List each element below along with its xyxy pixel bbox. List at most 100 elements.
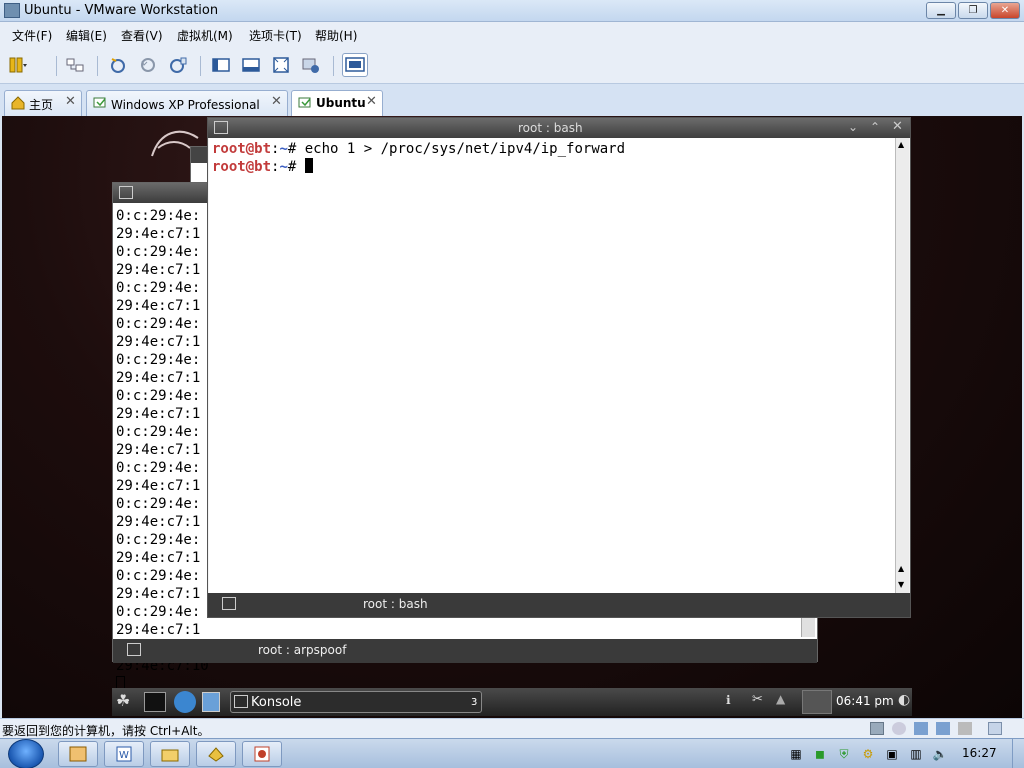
terminal-line: 0:c:29:4e: [116,208,201,224]
windows-taskbar: W ▦ ◼ ⛨ ⚙ ▣ ▥ 🔈 16:27 [0,738,1024,768]
task-count: 3 [471,697,478,708]
pager-icon[interactable] [802,690,832,714]
session-tab-label[interactable]: root : bash [363,597,428,611]
terminal-line: 0:c:29:4e: [116,496,201,512]
tray-security-icon[interactable]: ⛨ [836,746,852,762]
file-manager-icon[interactable] [202,692,220,712]
taskbar-vmware-button[interactable] [58,741,98,767]
close-icon[interactable]: ✕ [892,119,903,134]
terminal-line: 0:c:29:4e: [116,424,201,440]
show-desktop-button[interactable] [1012,739,1024,768]
scroll-up-arrow[interactable] [801,617,815,637]
send-ctrl-alt-del-icon[interactable] [65,55,85,75]
window-title: root : bash [518,121,583,135]
scroll-up-arrow[interactable]: ▲ [898,140,904,149]
taskbar-konsole-button[interactable]: Konsole 3 [230,691,482,713]
terminal-line: 0:c:29:4e: [116,604,201,620]
terminal-line: 0:c:29:4e: [116,280,201,296]
vm-tabs: 主页 ✕ Windows XP Professional（Te... ✕ Ubu… [0,84,1024,116]
tab-label: 主页 [29,98,54,112]
tray-network-status-icon[interactable]: ▥ [908,746,924,762]
tab-close-icon[interactable]: ✕ [271,94,282,109]
vmware-status-bar: 要返回到您的计算机，请按 Ctrl+Alt。 [0,718,1024,738]
up-arrow-icon[interactable]: ▲ [776,692,785,706]
menu-vm[interactable]: 虚拟机(M) [177,27,233,44]
tray-update-icon[interactable]: ⚙ [860,746,876,762]
minimize-button[interactable]: ▁ [926,2,956,19]
terminal-output[interactable]: 0:c:29:4e: 29:4e:c7:1 0:c:29:4e: 29:4e:c7:1… [116,207,209,692]
unity-icon[interactable] [301,55,321,75]
taskbar-app-button[interactable] [196,741,236,767]
home-icon [11,96,25,110]
scroll-down-arrow[interactable]: ▼ [898,580,904,589]
revert-snapshot-icon[interactable] [138,55,158,75]
panel-toolbox-icon[interactable]: ◐ [898,692,910,708]
terminal-line: 29:4e:c7:1 [116,514,201,530]
menu-file[interactable]: 文件(F) [12,27,52,44]
sound-card-icon[interactable] [958,722,972,735]
terminal-line: 29:4e:c7:1 [116,586,201,602]
terminal-launcher-icon[interactable] [144,692,166,712]
cd-dvd-icon[interactable] [892,722,906,735]
pause-icon[interactable] [8,55,28,75]
konsole-tab-bar: root : bash [208,593,910,617]
vm-icon [93,96,107,110]
toolbar-separator [56,56,57,76]
tab-close-icon[interactable]: ✕ [366,94,377,109]
usb-icon[interactable] [936,722,950,735]
terminal-line: 0:c:29:4e: [116,352,201,368]
menu-edit[interactable]: 编辑(E) [66,27,107,44]
full-screen-icon[interactable] [271,55,291,75]
terminal-line: 29:4e:c7:1 [116,442,201,458]
snapshot-icon[interactable] [108,55,128,75]
console-view-icon[interactable] [342,53,368,77]
taskbar-presentation-button[interactable] [242,741,282,767]
message-log-icon[interactable] [988,722,1002,735]
show-sidebar-icon[interactable] [211,55,231,75]
scissors-icon[interactable]: ✂ [752,692,763,707]
tray-network-icon[interactable]: ◼ [812,746,828,762]
tab-home[interactable]: 主页 ✕ [4,90,82,116]
konsole-window-main[interactable]: root : bash ⌄ ⌃ ✕ root@bt:~# echo 1 > /p… [207,117,911,618]
tray-device-icon[interactable]: ▣ [884,746,900,762]
snapshot-manager-icon[interactable] [168,55,188,75]
window-titlebar[interactable]: Ubuntu - VMware Workstation ▁ ❐ ✕ [0,0,1024,22]
thumbnail-bar-icon[interactable] [241,55,261,75]
taskbar-clock[interactable]: 16:27 [962,746,997,760]
tab-ubuntu[interactable]: Ubuntu ✕ [291,90,383,116]
menu-tabs[interactable]: 选项卡(T) [249,27,302,44]
terminal-line: 0:c:29:4e: [116,532,201,548]
terminal-line: 0:c:29:4e: [116,244,201,260]
taskbar-explorer-button[interactable] [150,741,190,767]
vertical-scrollbar[interactable]: ▲ ▲ ▼ [895,138,909,593]
tray-volume-icon[interactable]: 🔈 [932,746,948,762]
maximize-button[interactable]: ❐ [958,2,988,19]
taskbar-word-button[interactable]: W [104,741,144,767]
window-titlebar[interactable]: root : bash ⌄ ⌃ ✕ [208,118,910,138]
terminal-area[interactable]: root@bt:~# echo 1 > /proc/sys/net/ipv4/i… [209,138,895,593]
maximize-icon[interactable]: ⌃ [870,120,880,134]
terminal-icon [214,121,228,134]
scroll-up-arrow[interactable]: ▲ [898,564,904,573]
browser-icon[interactable] [174,691,196,713]
terminal-line: 0:c:29:4e: [116,316,201,332]
menu-help[interactable]: 帮助(H) [315,27,357,44]
terminal-icon [222,597,236,610]
task-label: Konsole [251,695,302,710]
info-icon[interactable]: ℹ [726,693,731,707]
close-button[interactable]: ✕ [990,2,1020,19]
session-tab-label[interactable]: root : arpspoof [258,643,346,657]
tab-close-icon[interactable]: ✕ [65,94,76,109]
chevron-down-icon[interactable]: ⌄ [848,120,858,134]
start-button[interactable] [8,739,44,768]
tab-windows-xp[interactable]: Windows XP Professional（Te... ✕ [86,90,288,116]
network-adapter-icon[interactable] [914,722,928,735]
terminal-line: 29:4e:c7:1 [116,226,201,242]
vm-screen[interactable]: 0:c:29:4e: 29:4e:c7:1 0:c:29:4e: 29:4e:c7:1… [2,116,1022,718]
tray-app-icon[interactable]: ▦ [788,746,804,762]
hard-disk-icon[interactable] [870,722,884,735]
menu-view[interactable]: 查看(V) [121,27,163,44]
tab-label: Windows XP Professional（Te... [111,98,267,112]
terminal-line: 29:4e:c7:1 [116,622,201,638]
kde-menu-icon[interactable]: ☘ [116,691,130,710]
